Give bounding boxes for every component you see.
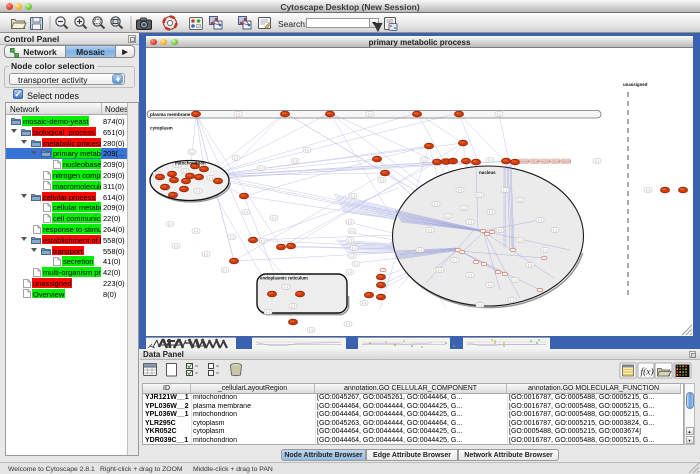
svg-text:[...]: [...]	[453, 258, 457, 262]
svg-text:[...]: [...]	[346, 322, 350, 326]
svg-text:[...]: [...]	[194, 229, 198, 233]
svg-text:cytoplasm: cytoplasm	[150, 126, 173, 131]
svg-text:[...]: [...]	[646, 188, 650, 192]
svg-text:[...]: [...]	[236, 112, 240, 116]
svg-text:[...]: [...]	[261, 239, 265, 243]
svg-text:GO:04: GO:04	[541, 160, 550, 164]
svg-text:[...]: [...]	[513, 278, 517, 282]
svg-text:[...]: [...]	[266, 310, 270, 314]
svg-text:GO:04: GO:04	[562, 160, 571, 164]
svg-text:GO:04: GO:04	[531, 160, 540, 164]
svg-text:[...]: [...]	[293, 159, 297, 163]
svg-text:[...]: [...]	[291, 304, 295, 308]
svg-text:[...]: [...]	[234, 156, 238, 160]
svg-text:[...]: [...]	[380, 178, 384, 182]
svg-text:[...]: [...]	[538, 218, 542, 222]
svg-text:[...]: [...]	[488, 158, 492, 162]
svg-text:plasma membrane: plasma membrane	[150, 112, 191, 117]
svg-text:[...]: [...]	[518, 198, 522, 202]
svg-text:[...]: [...]	[478, 303, 482, 307]
svg-text:[...]: [...]	[230, 235, 234, 239]
svg-text:GO:04: GO:04	[552, 160, 561, 164]
svg-text:[...]: [...]	[351, 194, 355, 198]
svg-text:[...]: [...]	[174, 244, 178, 248]
svg-text:[...]: [...]	[462, 206, 466, 210]
svg-text:[...]: [...]	[284, 285, 288, 289]
svg-text:[...]: [...]	[168, 222, 172, 226]
svg-text:GO:04: GO:04	[520, 160, 529, 164]
svg-text:nucleus: nucleus	[479, 170, 496, 175]
svg-text:[...]: [...]	[259, 166, 263, 170]
svg-text:[...]: [...]	[468, 273, 472, 277]
svg-text:[...]: [...]	[595, 159, 599, 163]
svg-text:[...]: [...]	[352, 246, 356, 250]
svg-text:[...]: [...]	[434, 202, 438, 206]
svg-text:[...]: [...]	[488, 283, 492, 287]
svg-text:[...]: [...]	[354, 262, 358, 266]
svg-text:[...]: [...]	[528, 263, 532, 267]
svg-text:[...]: [...]	[348, 238, 352, 242]
svg-text:unassigned: unassigned	[623, 82, 648, 87]
svg-text:[...]: [...]	[204, 252, 208, 256]
svg-text:endoplasmic reticulum: endoplasmic reticulum	[260, 276, 308, 281]
svg-text:[...]: [...]	[510, 298, 514, 302]
svg-text:[...]: [...]	[348, 270, 352, 274]
svg-text:[...]: [...]	[422, 158, 426, 162]
svg-text:[...]: [...]	[348, 220, 352, 224]
svg-text:[...]: [...]	[272, 216, 276, 220]
svg-text:[...]: [...]	[553, 228, 557, 232]
svg-text:[...]: [...]	[438, 268, 442, 272]
svg-text:[...]: [...]	[190, 150, 194, 154]
svg-text:[...]: [...]	[489, 210, 493, 214]
svg-text:[...]: [...]	[543, 248, 547, 252]
svg-text:[...]: [...]	[244, 210, 248, 214]
svg-text:[...]: [...]	[350, 229, 354, 233]
svg-text:[...]: [...]	[468, 220, 472, 224]
svg-text:[...]: [...]	[362, 301, 366, 305]
svg-text:[...]: [...]	[350, 254, 354, 258]
svg-text:[...]: [...]	[446, 214, 450, 218]
svg-text:[...]: [...]	[458, 188, 462, 192]
svg-text:[...]: [...]	[478, 193, 482, 197]
svg-text:[...]: [...]	[305, 148, 309, 152]
svg-text:[...]: [...]	[497, 112, 501, 116]
svg-text:[...]: [...]	[196, 189, 200, 193]
svg-text:[...]: [...]	[498, 228, 502, 232]
svg-text:[...]: [...]	[418, 248, 422, 252]
svg-text:[...]: [...]	[223, 268, 227, 272]
svg-text:[...]: [...]	[368, 112, 372, 116]
svg-text:f(x): f(x)	[641, 367, 654, 378]
svg-text:[...]: [...]	[209, 176, 213, 180]
svg-text:[...]: [...]	[309, 328, 313, 332]
svg-text:[...]: [...]	[518, 238, 522, 242]
svg-text:[...]: [...]	[428, 228, 432, 232]
svg-text:[...]: [...]	[503, 188, 507, 192]
svg-text:mitochondrion: mitochondrion	[175, 161, 206, 166]
svg-text:[...]: [...]	[183, 169, 187, 173]
